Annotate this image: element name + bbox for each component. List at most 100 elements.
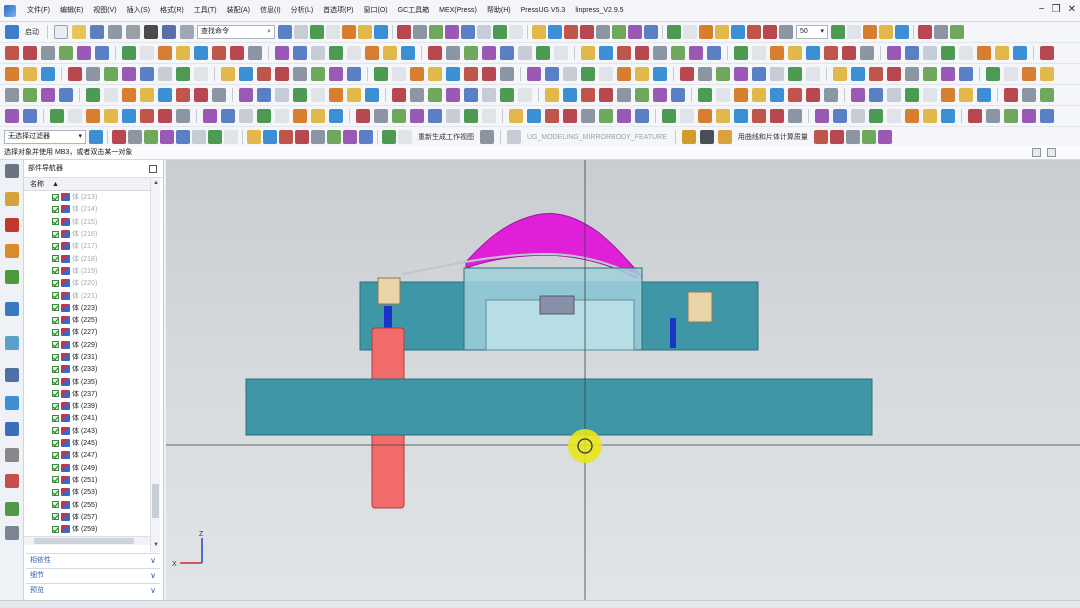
- toolbar-tool-icon[interactable]: [698, 109, 712, 123]
- toolbar-tool-icon[interactable]: [941, 109, 955, 123]
- toolbar-tool-icon[interactable]: [86, 109, 100, 123]
- toolbar-tool-icon[interactable]: [833, 67, 847, 81]
- toolbar-tool-icon[interactable]: [176, 109, 190, 123]
- visibility-checkbox[interactable]: [52, 292, 59, 300]
- toolbar-tool-icon[interactable]: [329, 88, 343, 102]
- tree-row-body[interactable]: 体 (223): [24, 302, 150, 314]
- toolbar-tool-icon[interactable]: [869, 109, 883, 123]
- toolbar-tool-icon[interactable]: [382, 130, 396, 144]
- visibility-checkbox[interactable]: [52, 255, 59, 263]
- visibility-checkbox[interactable]: [52, 476, 59, 484]
- toolbar-tool-icon[interactable]: [644, 25, 658, 39]
- toolbar-tool-icon[interactable]: [851, 109, 865, 123]
- toolbar-tool-icon[interactable]: [923, 46, 937, 60]
- toolbar-tool-icon[interactable]: [327, 130, 341, 144]
- toolbar-tool-icon[interactable]: [446, 46, 460, 60]
- toolbar-tool-icon[interactable]: [410, 67, 424, 81]
- menu-item[interactable]: MEX(Press): [434, 0, 482, 22]
- toolbar-tool-icon[interactable]: [887, 88, 901, 102]
- search-icon[interactable]: ⌕: [267, 26, 271, 38]
- toolbar-tool-icon[interactable]: [347, 46, 361, 60]
- toolbar-tool-icon[interactable]: [23, 109, 37, 123]
- history-palette-icon[interactable]: [5, 526, 19, 540]
- menu-item[interactable]: 编辑(E): [55, 0, 88, 22]
- toolbar-tool-icon[interactable]: [599, 88, 613, 102]
- toolbar-tool-icon[interactable]: [356, 109, 370, 123]
- toolbar-tool-icon[interactable]: [532, 25, 546, 39]
- toolbar-tool-icon[interactable]: [731, 25, 745, 39]
- toolbar-tool-icon[interactable]: [158, 109, 172, 123]
- panel-preview[interactable]: 预览 ∨: [26, 583, 160, 596]
- toolbar-tool-icon[interactable]: [500, 46, 514, 60]
- toolbar-tool-icon[interactable]: [122, 109, 136, 123]
- process-studio-icon[interactable]: [5, 422, 19, 436]
- minimize-icon[interactable]: −: [1039, 4, 1045, 15]
- toolbar-tool-icon[interactable]: [445, 25, 459, 39]
- toolbar-tool-icon[interactable]: [847, 25, 861, 39]
- toolbar-tool-icon[interactable]: [311, 88, 325, 102]
- menu-item[interactable]: 视图(V): [88, 0, 121, 22]
- toolbar-tool-icon[interactable]: [413, 25, 427, 39]
- toolbar-tool-icon[interactable]: [208, 130, 222, 144]
- toolbar-tool-icon[interactable]: [869, 67, 883, 81]
- toolbar-tool-icon[interactable]: [995, 46, 1009, 60]
- toolbar-tool-icon[interactable]: [923, 67, 937, 81]
- toolbar-tool-icon[interactable]: [429, 25, 443, 39]
- toolbar-tool-icon[interactable]: [887, 109, 901, 123]
- new-file-icon[interactable]: [54, 25, 68, 39]
- toolbar-tool-icon[interactable]: [176, 46, 190, 60]
- toolbar-tool-icon[interactable]: [329, 109, 343, 123]
- toolbar-tool-icon[interactable]: [5, 88, 19, 102]
- toolbar-tool-icon[interactable]: [230, 46, 244, 60]
- visibility-checkbox[interactable]: [52, 488, 59, 496]
- toolbar-tool-icon[interactable]: [482, 67, 496, 81]
- tree-row-body[interactable]: 体 (245): [24, 437, 150, 449]
- toolbar-tool-icon[interactable]: [968, 109, 982, 123]
- toolbar-tool-icon[interactable]: [343, 130, 357, 144]
- mass-calc-icon[interactable]: [717, 130, 732, 144]
- start-button[interactable]: 启动: [22, 27, 42, 37]
- horizontal-scrollbar[interactable]: [24, 536, 150, 545]
- toolbar-tool-icon[interactable]: [23, 88, 37, 102]
- toolbar-tool-icon[interactable]: [554, 46, 568, 60]
- toolbar-tool-icon[interactable]: [699, 25, 713, 39]
- toolbar-tool-icon[interactable]: [671, 46, 685, 60]
- nx-app-icon[interactable]: [4, 4, 16, 17]
- toolbar-tool-icon[interactable]: [104, 67, 118, 81]
- toolbar-tool-icon[interactable]: [596, 25, 610, 39]
- toolbar-tool-icon[interactable]: [358, 25, 372, 39]
- toolbar-tool-icon[interactable]: [86, 88, 100, 102]
- toolbar-tool-icon[interactable]: [563, 67, 577, 81]
- start-icon[interactable]: [5, 25, 19, 39]
- tree-row-body[interactable]: 体 (249): [24, 462, 150, 474]
- toolbar-tool-icon[interactable]: [752, 67, 766, 81]
- toolbar-tool-icon[interactable]: [662, 109, 676, 123]
- toolbar-tool-icon[interactable]: [311, 130, 325, 144]
- toolbar-tool-icon[interactable]: [311, 46, 325, 60]
- toolbar-tool-icon[interactable]: [977, 46, 991, 60]
- tree-row-body[interactable]: 体 (218): [24, 252, 150, 264]
- menu-item[interactable]: 信息(I): [255, 0, 286, 22]
- toolbar-tool-icon[interactable]: [1004, 88, 1018, 102]
- guide-pin-right[interactable]: [670, 318, 676, 348]
- toolbar-tool-icon[interactable]: [1013, 46, 1027, 60]
- toolbar-tool-icon[interactable]: [599, 109, 613, 123]
- scroll-up-icon[interactable]: ▲: [153, 180, 159, 186]
- toolbar-tool-icon[interactable]: [158, 46, 172, 60]
- visibility-checkbox[interactable]: [52, 193, 59, 201]
- toolbar-tool-icon[interactable]: [104, 109, 118, 123]
- visibility-checkbox[interactable]: [52, 353, 59, 361]
- toolbar-tool-icon[interactable]: [140, 109, 154, 123]
- toolbar-tool-icon[interactable]: [824, 88, 838, 102]
- toolbar-tool-icon[interactable]: [635, 67, 649, 81]
- menu-item[interactable]: 装配(A): [222, 0, 255, 22]
- toolbar-tool-icon[interactable]: [59, 46, 73, 60]
- toolbar-tool-icon[interactable]: [752, 46, 766, 60]
- toolbar-tool-icon[interactable]: [464, 109, 478, 123]
- toolbar-tool-icon[interactable]: [446, 109, 460, 123]
- toolbar-tool-icon[interactable]: [581, 88, 595, 102]
- toolbar-tool-icon[interactable]: [158, 88, 172, 102]
- visibility-checkbox[interactable]: [52, 279, 59, 287]
- toolbar-tool-icon[interactable]: [788, 46, 802, 60]
- toolbar-tool-icon[interactable]: [342, 25, 356, 39]
